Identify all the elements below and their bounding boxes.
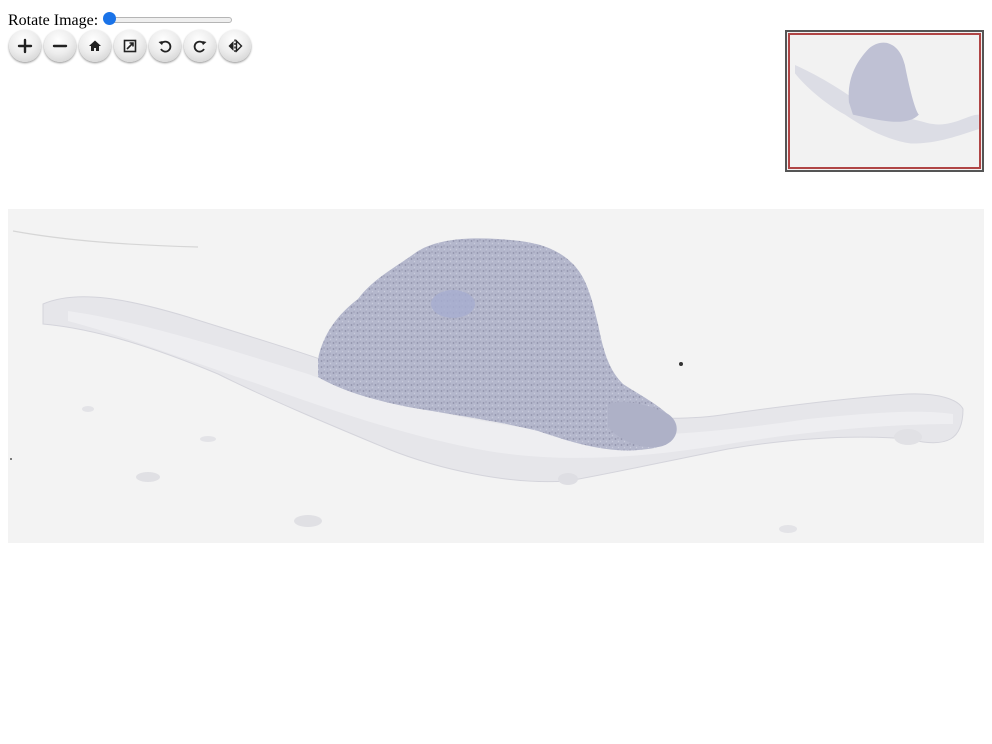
minus-icon (52, 44, 68, 48)
rotate-left-icon (158, 40, 172, 53)
viewer-toolbar (9, 30, 251, 62)
fullscreen-icon (123, 39, 137, 53)
home-button[interactable] (79, 30, 111, 62)
rotate-control: Rotate Image: (8, 9, 233, 29)
rotate-slider-thumb[interactable] (103, 12, 117, 25)
flip-icon (228, 39, 243, 53)
home-icon (89, 40, 101, 51)
zoom-in-button[interactable] (9, 30, 41, 62)
navigator-region[interactable] (788, 33, 981, 169)
rotate-left-button[interactable] (149, 30, 181, 62)
rotate-slider-track[interactable] (104, 17, 233, 23)
tissue-slide-image (8, 209, 984, 543)
navigator-minimap[interactable] (785, 30, 984, 172)
rotate-right-button[interactable] (184, 30, 216, 62)
rotate-label: Rotate Image: (8, 11, 99, 29)
plus-icon (17, 38, 33, 54)
rotate-right-icon (193, 40, 207, 53)
fullscreen-button[interactable] (114, 30, 146, 62)
rotate-slider[interactable] (103, 12, 233, 26)
flip-button[interactable] (219, 30, 251, 62)
slide-viewer[interactable] (8, 209, 984, 543)
zoom-out-button[interactable] (44, 30, 76, 62)
